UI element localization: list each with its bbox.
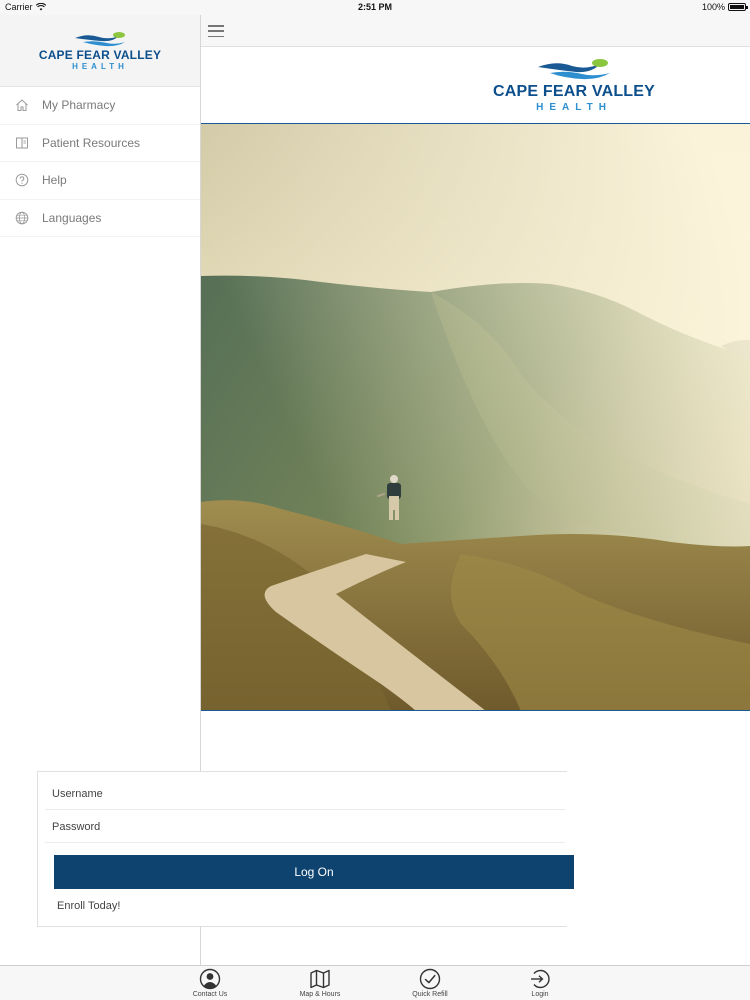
checkmark-circle-icon xyxy=(419,968,441,990)
log-on-button[interactable]: Log On xyxy=(54,855,574,889)
home-icon xyxy=(14,97,30,113)
main-brand-name: CAPE FEAR VALLEY xyxy=(493,83,656,100)
battery-percent: 100% xyxy=(701,2,725,12)
tab-contact-us[interactable]: Contact Us xyxy=(170,966,250,1000)
main-header: CAPE FEAR VALLEY HEALTH xyxy=(201,47,750,124)
app-screen: Carrier 2:51 PM 100% CAPE FEAR VALLEY HE… xyxy=(0,0,750,1000)
globe-icon xyxy=(14,210,30,226)
main-brand-subtitle: HEALTH xyxy=(536,102,612,113)
sidebar-item-my-pharmacy[interactable]: My Pharmacy xyxy=(0,87,200,125)
password-field[interactable]: Password xyxy=(45,811,565,843)
sidebar-item-languages[interactable]: Languages xyxy=(0,200,200,237)
tab-label: Login xyxy=(531,991,549,998)
sidebar-item-patient-resources[interactable]: Patient Resources xyxy=(0,125,200,162)
help-circle-icon xyxy=(14,172,30,188)
sidebar-brand-subtitle: HEALTH xyxy=(72,61,128,71)
status-time: 2:51 PM xyxy=(357,2,392,12)
nav-bar xyxy=(201,15,750,47)
logo-mark-icon xyxy=(538,59,611,80)
logo-mark-icon xyxy=(74,31,125,46)
tab-label: Quick Refill xyxy=(412,991,448,998)
tab-label: Contact Us xyxy=(192,991,228,998)
sidebar-item-label: Languages xyxy=(42,210,102,225)
login-form: Username Password Log On Enroll Today! xyxy=(37,771,574,927)
map-icon xyxy=(310,969,330,989)
sidebar-brand-name: CAPE FEAR VALLEY xyxy=(38,47,162,62)
book-icon xyxy=(14,135,30,151)
username-field[interactable]: Username xyxy=(45,778,565,810)
person-icon xyxy=(199,968,221,990)
tab-login[interactable]: Login xyxy=(500,966,580,1000)
tab-quick-refill[interactable]: Quick Refill xyxy=(390,966,470,1000)
sidebar-item-label: Help xyxy=(42,173,67,188)
status-bar: Carrier 2:51 PM 100% xyxy=(0,0,750,15)
main-logo: CAPE FEAR VALLEY HEALTH xyxy=(493,57,655,113)
hamburger-icon[interactable] xyxy=(208,25,224,37)
sidebar-item-label: Patient Resources xyxy=(42,135,141,150)
login-arrow-icon xyxy=(531,969,550,989)
sidebar-logo: CAPE FEAR VALLEY HEALTH xyxy=(39,31,161,71)
tab-bar: Contact Us Map & Hours Quick Refill Logi… xyxy=(0,965,750,1000)
sidebar-header: CAPE FEAR VALLEY HEALTH xyxy=(0,15,200,87)
enroll-link[interactable]: Enroll Today! xyxy=(57,900,120,912)
tab-label: Map & Hours xyxy=(299,991,341,998)
sidebar-item-help[interactable]: Help xyxy=(0,162,200,200)
username-placeholder: Username xyxy=(52,787,103,800)
hero-image xyxy=(201,124,750,711)
battery-indicator: 100% xyxy=(701,2,748,12)
sidebar-item-label: My Pharmacy xyxy=(42,98,116,113)
battery-icon xyxy=(728,3,748,11)
password-placeholder: Password xyxy=(52,820,101,833)
tab-map-hours[interactable]: Map & Hours xyxy=(280,966,360,1000)
